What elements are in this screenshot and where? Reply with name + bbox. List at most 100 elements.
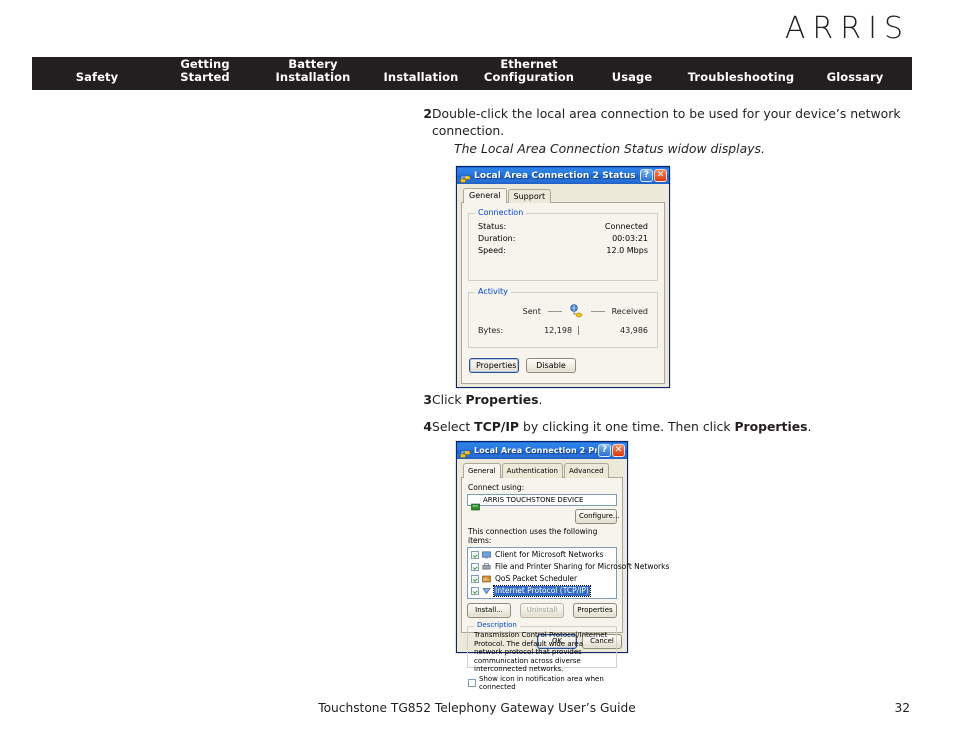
configure-button[interactable]: Configure... bbox=[575, 509, 620, 524]
network-connection-icon bbox=[460, 170, 471, 183]
description-text: Transmission Control Protocol/Internet P… bbox=[474, 631, 608, 673]
items-label: This connection uses the following items… bbox=[468, 527, 598, 545]
nav-item-safety[interactable]: Safety bbox=[76, 70, 118, 84]
list-item-label: File and Printer Sharing for Microsoft N… bbox=[495, 562, 670, 571]
tab-support[interactable]: Support bbox=[507, 189, 552, 203]
local-area-connection-properties-dialog[interactable]: Local Area Connection 2 Properties ? ✕ G… bbox=[456, 441, 669, 691]
description-group-title: Description bbox=[474, 621, 520, 629]
nav-item-battery-installation[interactable]: Battery Installation bbox=[276, 58, 351, 83]
status-dialog-title: Local Area Connection 2 Status bbox=[474, 170, 636, 181]
checkbox-icon[interactable] bbox=[471, 551, 479, 559]
show-icon-row[interactable]: Show icon in notification area when conn… bbox=[467, 675, 617, 691]
arris-logo: ARRIS bbox=[784, 11, 910, 46]
close-icon[interactable]: ✕ bbox=[612, 444, 625, 457]
components-list[interactable]: Client for Microsoft Networks File and P… bbox=[467, 547, 669, 599]
tab-advanced[interactable]: Advanced bbox=[563, 463, 609, 478]
step-2-number: 2 bbox=[423, 106, 432, 121]
step-2-note: The Local Area Connection Status widow d… bbox=[454, 141, 765, 156]
nav-item-getting-started[interactable]: Getting Started bbox=[180, 58, 229, 83]
local-area-connection-status-dialog[interactable]: Local Area Connection 2 Status ? ✕ Gener… bbox=[456, 166, 670, 388]
properties-dialog-title: Local Area Connection 2 Properties bbox=[474, 446, 597, 455]
step-2-text: Double-click the local area connection t… bbox=[432, 106, 901, 138]
network-adapter-icon bbox=[471, 496, 480, 511]
sent-label: Sent bbox=[522, 306, 541, 316]
adapter-name: ARRIS TOUCHSTONE DEVICE bbox=[483, 496, 584, 504]
activity-dash-right bbox=[590, 310, 605, 312]
internet-protocol-icon bbox=[482, 587, 491, 595]
connection-group-title: Connection bbox=[475, 208, 527, 217]
configure-row: Configure... bbox=[467, 509, 620, 524]
properties-dialog-tabstrip: General Authentication Advanced bbox=[461, 463, 623, 478]
step-4-post: . bbox=[807, 419, 812, 434]
connect-using-label: Connect using: bbox=[468, 483, 525, 492]
status-label: Status: bbox=[478, 222, 507, 231]
properties-dialog-titlebar[interactable]: Local Area Connection 2 Properties ? ✕ bbox=[457, 442, 627, 459]
checkbox-icon[interactable] bbox=[471, 575, 479, 583]
status-dialog-body: General Support Connection Status: Conne… bbox=[457, 184, 669, 387]
tab-general[interactable]: General bbox=[463, 188, 507, 203]
step-3-pre: Click bbox=[432, 392, 466, 407]
step-4-mid: by clicking it one time. Then click bbox=[519, 419, 735, 434]
properties-button[interactable]: Properties bbox=[573, 603, 617, 618]
bytes-received-value: 43,986 bbox=[620, 326, 648, 335]
footer-page-number: 32 bbox=[894, 701, 910, 715]
nav-item-ethernet-configuration[interactable]: Ethernet Configuration bbox=[484, 58, 574, 83]
connection-group: Connection Status: Connected Duration: 0… bbox=[468, 208, 658, 281]
show-icon-label: Show icon in notification area when conn… bbox=[479, 675, 604, 691]
speed-label: Speed: bbox=[478, 246, 506, 255]
tab-authentication[interactable]: Authentication bbox=[501, 463, 563, 478]
step-4-bold-properties: Properties bbox=[734, 419, 808, 434]
nav-item-installation[interactable]: Installation bbox=[384, 70, 459, 84]
nav-item-glossary[interactable]: Glossary bbox=[827, 70, 884, 84]
speed-row: Speed: 12.0 Mbps bbox=[476, 245, 650, 257]
list-item[interactable]: QoS Packet Scheduler bbox=[469, 573, 615, 585]
list-item[interactable]: File and Printer Sharing for Microsoft N… bbox=[469, 561, 669, 573]
status-general-panel: Connection Status: Connected Duration: 0… bbox=[461, 202, 665, 384]
status-action-buttons: Properties Disable bbox=[468, 358, 658, 373]
uninstall-button: Uninstall bbox=[520, 603, 564, 618]
duration-row: Duration: 00:03:21 bbox=[476, 233, 650, 245]
list-item-label: Client for Microsoft Networks bbox=[495, 550, 604, 559]
network-activity-icon bbox=[568, 304, 584, 318]
nav-item-troubleshooting[interactable]: Troubleshooting bbox=[688, 70, 795, 84]
disable-button[interactable]: Disable bbox=[526, 358, 576, 373]
activity-group: Activity Sent Received Bytes: 12,198 43,… bbox=[468, 287, 658, 348]
bytes-label: Bytes: bbox=[478, 326, 504, 335]
list-item[interactable]: Client for Microsoft Networks bbox=[469, 549, 615, 561]
status-dialog-tabstrip: General Support bbox=[461, 188, 665, 203]
nav-item-usage[interactable]: Usage bbox=[612, 70, 652, 84]
list-item-label: QoS Packet Scheduler bbox=[495, 574, 578, 583]
tab-general[interactable]: General bbox=[463, 463, 501, 478]
step-3: 3 Click Properties. bbox=[423, 392, 912, 409]
status-dialog-titlebar[interactable]: Local Area Connection 2 Status ? ✕ bbox=[457, 167, 669, 184]
list-item-label: Internet Protocol (TCP/IP) bbox=[493, 585, 591, 597]
step-4-bold-tcpip: TCP/IP bbox=[474, 419, 520, 434]
network-connection-icon bbox=[460, 445, 471, 458]
list-item-tcpip[interactable]: Internet Protocol (TCP/IP) bbox=[469, 585, 615, 597]
checkbox-icon[interactable] bbox=[471, 563, 479, 571]
checkbox-icon[interactable] bbox=[468, 679, 476, 687]
activity-group-title: Activity bbox=[475, 287, 511, 296]
checkbox-icon[interactable] bbox=[471, 587, 479, 595]
status-row: Status: Connected bbox=[476, 221, 650, 233]
activity-header-row: Sent Received bbox=[476, 300, 650, 318]
network-client-icon bbox=[482, 551, 491, 559]
step-3-post: . bbox=[538, 392, 543, 407]
bytes-row: Bytes: 12,198 43,986 bbox=[476, 318, 650, 335]
properties-button[interactable]: Properties bbox=[469, 358, 519, 373]
printer-sharing-icon bbox=[482, 563, 491, 571]
step-4: 4 Select TCP/IP by clicking it one time.… bbox=[423, 419, 912, 436]
close-icon[interactable]: ✕ bbox=[654, 169, 667, 182]
received-label: Received bbox=[611, 306, 648, 316]
duration-value: 00:03:21 bbox=[612, 234, 648, 243]
qos-scheduler-icon bbox=[482, 575, 491, 583]
install-button[interactable]: Install... bbox=[467, 603, 511, 618]
help-button[interactable]: ? bbox=[598, 444, 611, 457]
description-group: Description Transmission Control Protoco… bbox=[467, 621, 617, 673]
step-4-pre: Select bbox=[432, 419, 475, 434]
step-3-number: 3 bbox=[423, 392, 432, 407]
help-button[interactable]: ? bbox=[640, 169, 653, 182]
adapter-field: ARRIS TOUCHSTONE DEVICE bbox=[467, 494, 617, 511]
component-action-buttons: Install... Uninstall Properties bbox=[467, 603, 617, 618]
properties-general-panel: Connect using: ARRIS TOUCHSTONE DEVICE C… bbox=[461, 477, 669, 691]
